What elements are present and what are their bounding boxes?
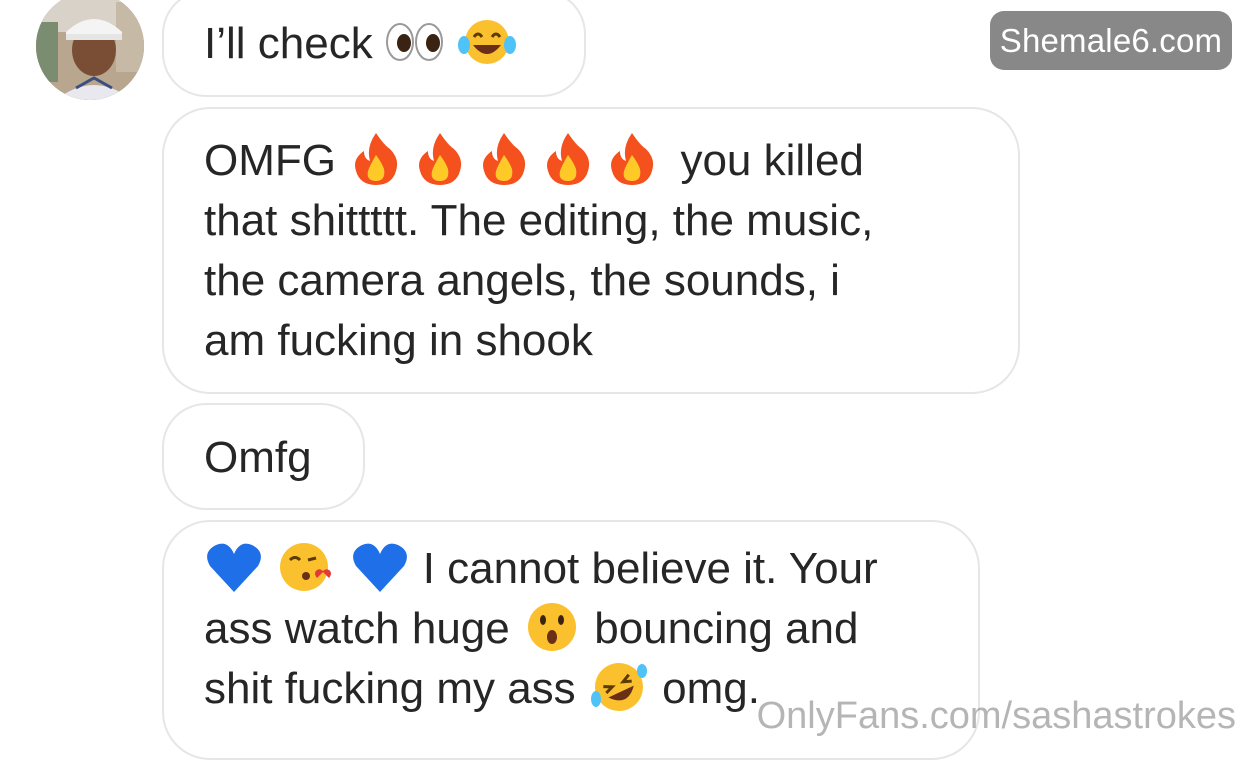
message-text: that shittttt. The editing, the music,	[204, 196, 874, 245]
kissing-heart-emoji	[276, 540, 338, 594]
fire-emoji	[540, 131, 596, 187]
site-watermark: Shemale6.com	[990, 11, 1232, 70]
blue-heart-emoji	[204, 540, 264, 594]
message-bubble[interactable]: I’ll check	[162, 0, 586, 97]
message-text: shit fucking my ass	[204, 664, 576, 713]
rolling-laughing-emoji	[588, 659, 650, 715]
message-text: you killed	[680, 136, 864, 185]
emoji-group	[348, 133, 668, 186]
blue-heart-emoji	[350, 540, 410, 594]
astonished-face-emoji	[522, 600, 582, 654]
message-text: bouncing and	[594, 604, 859, 653]
tears-of-joy-emoji	[457, 17, 517, 67]
message-text: the camera angels, the sounds, i	[204, 256, 840, 305]
fire-emoji	[412, 131, 468, 187]
message-bubble[interactable]: Omfg	[162, 403, 365, 510]
eyes-emoji	[385, 20, 445, 64]
message-text: I’ll check	[204, 19, 373, 68]
fire-emoji	[476, 131, 532, 187]
fire-emoji	[348, 131, 404, 187]
message-text: am fucking in shook	[204, 316, 593, 365]
fire-emoji	[604, 131, 660, 187]
onlyfans-watermark: OnlyFans.com/sashastrokes	[756, 695, 1236, 737]
message-text: OMFG	[204, 136, 336, 185]
message-bubble[interactable]: OMFG you killed that shittttt. The editi…	[162, 107, 1020, 394]
message-text: I cannot believe it. Your	[422, 544, 878, 593]
message-text: omg.	[662, 664, 760, 713]
message-text: Omfg	[204, 433, 312, 482]
avatar[interactable]	[36, 0, 144, 100]
message-text: ass watch huge	[204, 604, 510, 653]
